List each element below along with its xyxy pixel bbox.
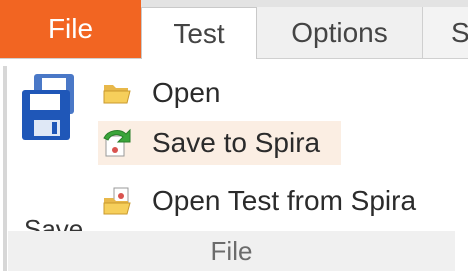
open-label: Open [152,77,221,108]
floppy-disk-icon [20,72,92,147]
group-label-file: File [8,231,455,271]
spira-upload-icon [102,127,138,159]
tab-test[interactable]: Test [141,7,257,59]
save-to-spira-label: Save to Spira [152,127,321,158]
group-left-border [3,66,7,271]
ribbon-tab-bar: File Test Options S [0,0,468,59]
save-button[interactable]: Save [14,70,94,244]
folder-open-icon [102,77,138,109]
open-button[interactable]: Open [98,71,298,115]
save-to-spira-button[interactable]: Save to Spira [98,121,341,165]
tab-file[interactable]: File [0,0,141,58]
open-test-from-spira-label: Open Test from Spira [152,185,417,216]
open-test-from-spira-button[interactable]: Open Test from Spira [98,179,443,223]
tab-options[interactable]: Options [257,7,423,58]
tab-partial[interactable]: S [423,7,468,58]
spira-folder-icon [102,185,138,217]
